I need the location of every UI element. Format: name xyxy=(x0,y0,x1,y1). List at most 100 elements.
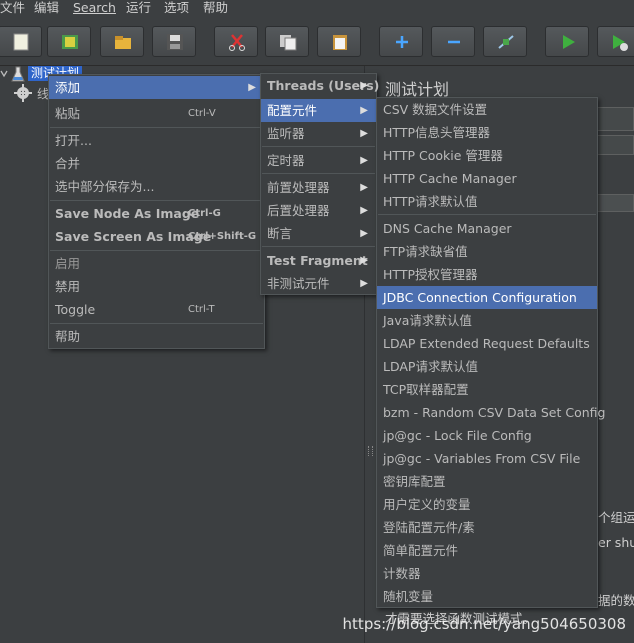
expand-button[interactable] xyxy=(379,26,423,57)
submenu-threads[interactable]: Threads (Users) ▶ xyxy=(261,74,379,97)
config-lock-file[interactable]: jp@gc - Lock File Config xyxy=(377,424,597,447)
config-counter[interactable]: 计数器 xyxy=(377,562,597,585)
run-groups-fragment: 个组运行 xyxy=(598,510,634,525)
submenu-arrow-icon: ▶ xyxy=(248,82,256,93)
menu-search[interactable]: Search xyxy=(73,0,116,17)
submenu-arrow-icon: ▶ xyxy=(360,182,368,193)
menu-item-save-screen-image[interactable]: Save Screen As Image Ctrl+Shift-G xyxy=(49,225,264,248)
submenu-arrow-icon: ▶ xyxy=(360,255,368,266)
menu-item-paste[interactable]: 粘贴 Ctrl-V xyxy=(49,102,264,125)
config-http-auth-manager[interactable]: HTTP授权管理器 xyxy=(377,263,597,286)
config-tcp-sampler-config[interactable]: TCP取样器配置 xyxy=(377,378,597,401)
menu-edit[interactable]: 编辑 xyxy=(34,0,59,17)
save-button[interactable] xyxy=(152,26,196,57)
config-http-cookie-manager[interactable]: HTTP Cookie 管理器 xyxy=(377,144,597,167)
toggle-button[interactable] xyxy=(483,26,527,57)
start-no-pause-button[interactable] xyxy=(597,26,634,57)
menu-item-merge[interactable]: 合并 xyxy=(49,152,264,175)
toolbar xyxy=(0,17,634,66)
submenu-arrow-icon: ▶ xyxy=(360,228,368,239)
data-fragment: 据的数据 xyxy=(598,593,634,608)
submenu-arrow-icon: ▶ xyxy=(360,278,368,289)
config-jdbc-connection[interactable]: JDBC Connection Configuration xyxy=(377,286,597,309)
separator xyxy=(262,146,375,147)
submenu-arrow-icon: ▶ xyxy=(360,155,368,166)
config-http-header-manager[interactable]: HTTP信息头管理器 xyxy=(377,121,597,144)
scissors-icon xyxy=(229,34,245,51)
submenu-arrow-icon: ▶ xyxy=(360,128,368,139)
menu-item-save-node-image[interactable]: Save Node As Image Ctrl-G xyxy=(49,202,264,225)
play-icon xyxy=(563,35,575,49)
menu-item-add[interactable]: 添加 ▶ xyxy=(49,76,264,99)
templates-icon xyxy=(62,35,78,49)
submenu-listeners[interactable]: 监听器 ▶ xyxy=(261,122,376,145)
config-ldap-extended-defaults[interactable]: LDAP Extended Request Defaults xyxy=(377,332,597,355)
save-icon xyxy=(167,34,183,50)
menu-item-open[interactable]: 打开... xyxy=(49,129,264,152)
submenu-test-fragment[interactable]: Test Fragment ▶ xyxy=(261,249,376,272)
menu-bar: 文件 编辑 Search 运行 选项 帮助 xyxy=(0,0,634,17)
submenu-config-elements[interactable]: 配置元件 ▶ xyxy=(261,99,376,122)
config-dns-cache-manager[interactable]: DNS Cache Manager xyxy=(377,217,597,240)
config-http-request-defaults[interactable]: HTTP请求默认值 xyxy=(377,190,597,213)
config-java-request-defaults[interactable]: Java请求默认值 xyxy=(377,309,597,332)
thread-group-node[interactable] xyxy=(14,84,32,105)
submenu-non-test-elements[interactable]: 非测试元件 ▶ xyxy=(261,272,376,295)
separator xyxy=(262,246,375,247)
submenu-timers[interactable]: 定时器 ▶ xyxy=(261,149,376,172)
watermark: https://blog.csdn.net/yang504650308 xyxy=(342,615,626,633)
menu-run[interactable]: 运行 xyxy=(126,0,151,17)
minus-icon xyxy=(448,40,460,44)
config-ldap-request-defaults[interactable]: LDAP请求默认值 xyxy=(377,355,597,378)
cut-button[interactable] xyxy=(214,26,258,57)
config-http-cache-manager[interactable]: HTTP Cache Manager xyxy=(377,167,597,190)
config-user-defined-variables[interactable]: 用户定义的变量 xyxy=(377,493,597,516)
open-button[interactable] xyxy=(100,26,144,57)
menu-file[interactable]: 文件 xyxy=(0,0,25,17)
submenu-pre-processors[interactable]: 前置处理器 ▶ xyxy=(261,176,376,199)
config-login-config[interactable]: 登陆配置元件/素 xyxy=(377,516,597,539)
config-simple-config[interactable]: 简单配置元件 xyxy=(377,539,597,562)
submenu-assertions[interactable]: 断言 ▶ xyxy=(261,222,376,245)
collapse-button[interactable] xyxy=(431,26,475,57)
add-submenu: Threads (Users) ▶ 配置元件 ▶ 监听器 ▶ 定时器 ▶ 前置处理器 ▶ … xyxy=(260,73,379,295)
submenu-arrow-icon: ▶ xyxy=(360,205,368,216)
separator xyxy=(50,250,263,251)
menu-item-enable: 启用 xyxy=(55,256,81,271)
toggle-icon xyxy=(498,35,514,49)
templates-button[interactable] xyxy=(47,26,91,57)
menu-options[interactable]: 选项 xyxy=(164,0,189,17)
separator xyxy=(50,127,263,128)
menu-item-toggle[interactable]: Toggle Ctrl-T xyxy=(49,298,264,321)
folder-icon xyxy=(115,36,131,49)
config-bzm-random-csv[interactable]: bzm - Random CSV Data Set Config xyxy=(377,401,605,424)
menu-item-disable[interactable]: 禁用 xyxy=(49,275,264,298)
copy-icon xyxy=(280,35,297,51)
separator xyxy=(50,200,263,201)
separator xyxy=(262,173,375,174)
flask-icon xyxy=(11,66,25,82)
config-random-variable[interactable]: 随机变量 xyxy=(377,585,597,608)
new-button[interactable] xyxy=(0,26,42,57)
separator xyxy=(50,323,263,324)
paste-button[interactable] xyxy=(317,26,361,57)
submenu-post-processors[interactable]: 后置处理器 ▶ xyxy=(261,199,376,222)
clipboard-icon xyxy=(333,35,347,50)
expand-toggle-icon[interactable] xyxy=(0,69,8,79)
play-no-pause-icon xyxy=(613,35,628,51)
submenu-arrow-icon: ▶ xyxy=(360,105,368,116)
start-button[interactable] xyxy=(545,26,589,57)
menu-item-help[interactable]: 帮助 xyxy=(49,325,264,348)
copy-button[interactable] xyxy=(265,26,309,57)
splitter-grip-icon xyxy=(368,446,373,456)
shutdown-fragment: er shut xyxy=(598,535,634,550)
menu-item-save-selection[interactable]: 选中部分保存为... xyxy=(49,175,264,198)
config-submenu: CSV 数据文件设置 HTTP信息头管理器 HTTP Cookie 管理器 HT… xyxy=(376,97,605,608)
config-ftp-request-defaults[interactable]: FTP请求缺省值 xyxy=(377,240,597,263)
config-csv-data-set[interactable]: CSV 数据文件设置 xyxy=(377,98,597,121)
separator xyxy=(378,214,596,215)
new-file-icon xyxy=(13,33,29,51)
config-variables-from-csv[interactable]: jp@gc - Variables From CSV File xyxy=(377,447,597,470)
menu-help[interactable]: 帮助 xyxy=(203,0,228,17)
config-keystore[interactable]: 密钥库配置 xyxy=(377,470,597,493)
